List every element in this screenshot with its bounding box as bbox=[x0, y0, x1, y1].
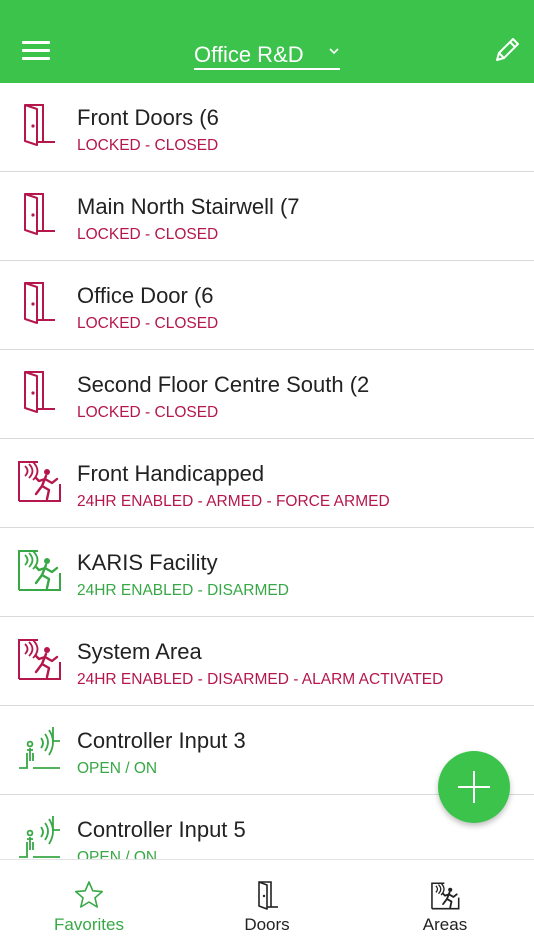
motion-sensor-icon bbox=[19, 727, 60, 769]
intruder-area-icon bbox=[18, 550, 61, 591]
item-title: System Area bbox=[77, 639, 202, 664]
door-icon bbox=[24, 193, 55, 235]
item-status: 24HR ENABLED - DISARMED - ALARM ACTIVATE… bbox=[77, 671, 444, 688]
list-item[interactable]: Office Door (6 LOCKED - CLOSED bbox=[0, 261, 534, 350]
star-icon bbox=[74, 881, 104, 908]
item-title: KARIS Facility bbox=[77, 550, 218, 575]
item-status: OPEN / ON bbox=[77, 760, 158, 777]
tab-label: Doors bbox=[244, 915, 290, 934]
edit-button[interactable] bbox=[492, 35, 522, 65]
hamburger-icon bbox=[22, 41, 50, 44]
item-title: Front Doors (6 bbox=[77, 105, 219, 130]
list-item[interactable]: Second Floor Centre South (2 LOCKED - CL… bbox=[0, 350, 534, 439]
item-status: LOCKED - CLOSED bbox=[77, 404, 219, 421]
list-item[interactable]: Front Doors (6 LOCKED - CLOSED bbox=[0, 83, 534, 172]
chevron-down-icon bbox=[329, 48, 339, 55]
item-title: Controller Input 3 bbox=[77, 728, 246, 753]
item-title: Second Floor Centre South (2 bbox=[77, 372, 370, 397]
item-status: 24HR ENABLED - ARMED - FORCE ARMED bbox=[77, 493, 390, 510]
intruder-area-icon bbox=[18, 461, 61, 502]
tab-label: Favorites bbox=[54, 915, 124, 934]
item-title: Main North Stairwell (7 bbox=[77, 194, 300, 219]
plus-icon bbox=[458, 771, 490, 803]
intruder-area-icon bbox=[431, 882, 460, 910]
list-item[interactable]: KARIS Facility 24HR ENABLED - DISARMED bbox=[0, 528, 534, 617]
motion-sensor-icon bbox=[19, 816, 60, 858]
door-icon bbox=[258, 881, 278, 910]
tab-label: Areas bbox=[422, 915, 468, 934]
site-selector[interactable]: Office R&D bbox=[194, 40, 340, 70]
item-status: LOCKED - CLOSED bbox=[77, 137, 219, 154]
door-icon bbox=[24, 371, 55, 413]
list-item[interactable]: Main North Stairwell (7 LOCKED - CLOSED bbox=[0, 172, 534, 261]
item-status: LOCKED - CLOSED bbox=[77, 226, 219, 243]
tab-favorites[interactable]: Favorites bbox=[0, 860, 178, 950]
item-status: LOCKED - CLOSED bbox=[77, 315, 219, 332]
menu-button[interactable] bbox=[22, 41, 52, 63]
door-icon bbox=[24, 282, 55, 324]
item-status: 24HR ENABLED - DISARMED bbox=[77, 582, 289, 599]
pencil-icon bbox=[496, 38, 519, 61]
intruder-area-icon bbox=[18, 639, 61, 680]
add-button[interactable] bbox=[438, 751, 510, 823]
item-title: Front Handicapped bbox=[77, 461, 265, 486]
favorites-list[interactable]: Front Doors (6 LOCKED - CLOSED Main Nort… bbox=[0, 83, 534, 859]
item-title: Office Door (6 bbox=[77, 283, 214, 308]
item-status: OPEN / ON bbox=[77, 849, 158, 859]
site-name: Office R&D bbox=[194, 42, 304, 67]
app-header: Office R&D bbox=[0, 0, 534, 83]
tab-areas[interactable]: Areas bbox=[356, 860, 534, 950]
item-title: Controller Input 5 bbox=[77, 817, 246, 842]
list-item[interactable]: System Area 24HR ENABLED - DISARMED - AL… bbox=[0, 617, 534, 706]
bottom-tab-bar: Favorites Doors Areas bbox=[0, 859, 534, 950]
tab-doors[interactable]: Doors bbox=[178, 860, 356, 950]
door-icon bbox=[24, 104, 55, 146]
list-item[interactable]: Front Handicapped 24HR ENABLED - ARMED -… bbox=[0, 439, 534, 528]
